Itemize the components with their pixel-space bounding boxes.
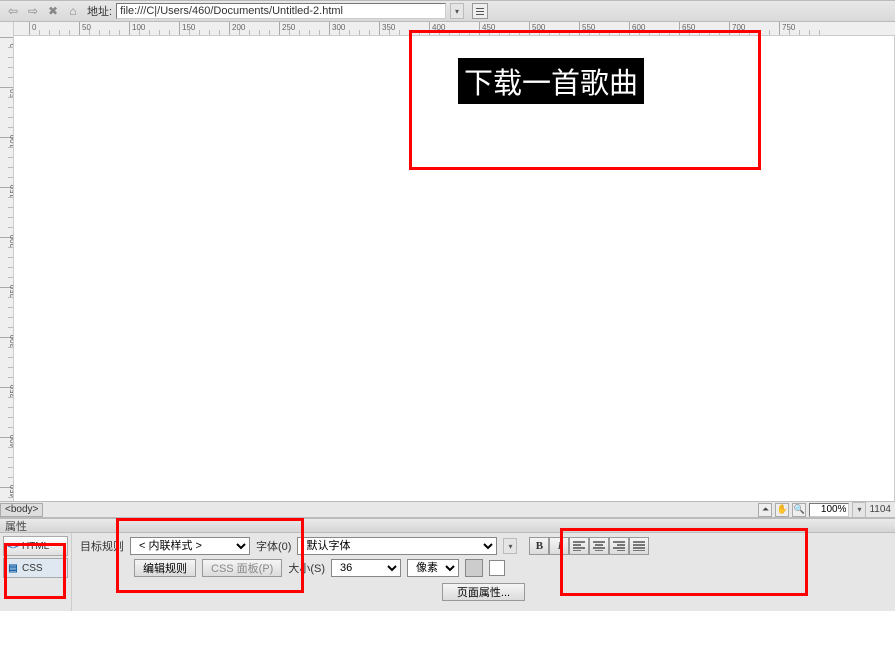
align-left-button[interactable]	[569, 537, 589, 555]
font-dropdown-icon[interactable]: ▾	[503, 538, 517, 554]
tag-selector-bar: <body> ⏶ ✋ 🔍 ▾ 1104	[0, 501, 895, 518]
stop-icon[interactable]: ✖	[45, 3, 61, 19]
tab-html-label: HTML	[22, 541, 49, 552]
size-label: 大小(S)	[288, 560, 325, 576]
properties-panel: <> HTML ▤ CSS 目标规则 < 内联样式 > 字体(0) 默认字体 ▾	[0, 533, 895, 611]
align-center-button[interactable]	[589, 537, 609, 555]
hand-tool-icon[interactable]: ✋	[775, 503, 789, 517]
edit-rule-button[interactable]: 编辑规则	[134, 559, 196, 577]
font-label: 字体(0)	[256, 538, 291, 554]
design-canvas[interactable]: 下载一首歌曲	[14, 36, 895, 501]
zoom-dropdown-icon[interactable]: ▾	[852, 502, 866, 518]
font-select[interactable]: 默认字体	[297, 537, 497, 555]
align-justify-button[interactable]	[629, 537, 649, 555]
tag-body[interactable]: <body>	[0, 503, 43, 517]
tab-html[interactable]: <> HTML	[3, 536, 68, 556]
list-view-icon[interactable]	[472, 3, 488, 19]
page-properties-button[interactable]: 页面属性...	[442, 583, 525, 601]
address-label: 地址:	[87, 3, 112, 19]
unit-select[interactable]: 像素(	[407, 559, 459, 577]
home-icon[interactable]: ⌂	[65, 3, 81, 19]
nav-back-icon[interactable]: ⇦	[5, 3, 21, 19]
annotation-box-canvas	[409, 30, 761, 170]
tab-css[interactable]: ▤ CSS	[3, 558, 68, 578]
canvas-dim-label: 1104	[869, 504, 891, 515]
italic-button[interactable]: I	[549, 537, 569, 555]
css-panel-button[interactable]: CSS 面板(P)	[202, 559, 282, 577]
properties-tabs: <> HTML ▤ CSS	[0, 533, 72, 611]
zoom-input[interactable]	[809, 503, 849, 517]
address-input[interactable]	[116, 3, 446, 19]
secondary-swatch[interactable]	[489, 560, 505, 576]
target-rule-select[interactable]: < 内联样式 >	[130, 537, 250, 555]
tab-css-label: CSS	[22, 563, 43, 574]
address-dropdown-icon[interactable]: ▾	[450, 3, 464, 19]
html-icon: <>	[7, 540, 19, 552]
pointer-tool-icon[interactable]: ⏶	[758, 503, 772, 517]
zoom-tool-icon[interactable]: 🔍	[792, 503, 806, 517]
color-swatch[interactable]	[465, 559, 483, 577]
format-group: B I	[529, 537, 649, 555]
bold-button[interactable]: B	[529, 537, 549, 555]
nav-forward-icon[interactable]: ⇨	[25, 3, 41, 19]
size-select[interactable]: 36	[331, 559, 401, 577]
target-rule-label: 目标规则	[80, 538, 124, 554]
css-icon: ▤	[7, 562, 19, 574]
bottom-blank	[0, 611, 895, 646]
work-area: 050100150200250300350400450 050100150200…	[0, 22, 895, 501]
vertical-ruler: 050100150200250300350400450	[0, 22, 14, 501]
align-right-button[interactable]	[609, 537, 629, 555]
address-bar: ⇦ ⇨ ✖ ⌂ 地址: ▾	[0, 0, 895, 22]
properties-title: 属性	[0, 518, 895, 533]
